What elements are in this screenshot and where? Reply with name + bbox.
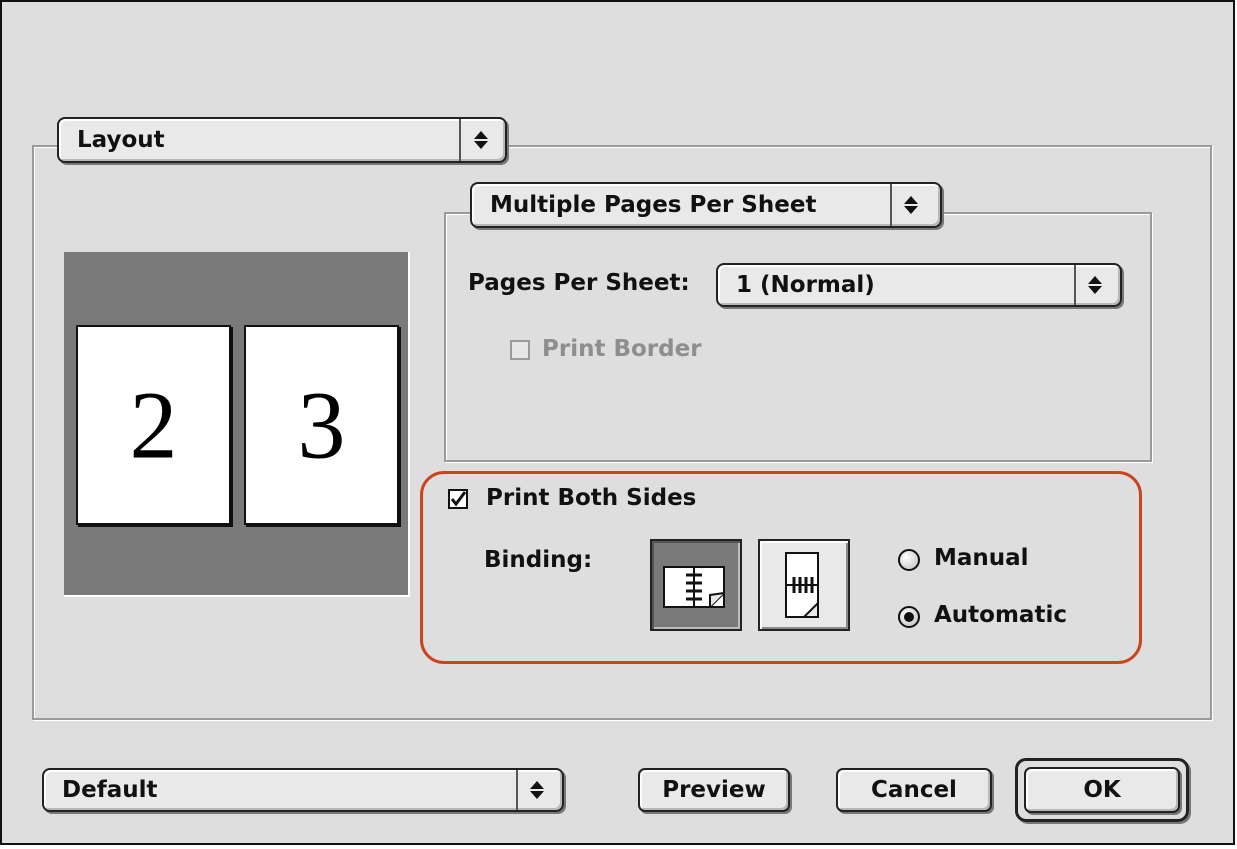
up-down-arrows-icon [530, 779, 544, 801]
manual-radio-label: Manual [934, 545, 1029, 571]
settings-popup-label: Default [62, 777, 158, 803]
automatic-radio[interactable] [898, 606, 920, 628]
preview-button[interactable]: Preview [638, 768, 790, 812]
print-both-sides-checkbox[interactable] [448, 489, 468, 509]
settings-popup-menu[interactable]: Default [42, 768, 564, 812]
book-binding-left-icon [663, 566, 725, 608]
panel-popup-menu[interactable]: Layout [57, 117, 507, 163]
layout-preview: 2 3 [64, 252, 410, 597]
binding-option-left[interactable] [650, 539, 742, 631]
print-dialog: Layout 2 3 Multiple Pages Per Sheet Page… [0, 0, 1235, 845]
ok-button[interactable]: OK [1024, 767, 1180, 813]
cancel-button[interactable]: Cancel [836, 768, 992, 812]
preview-page-number: 3 [297, 371, 346, 479]
up-down-arrows-icon [474, 129, 488, 151]
preview-page-number: 2 [129, 371, 178, 479]
panel-popup-label: Layout [77, 127, 165, 153]
automatic-radio-label: Automatic [934, 602, 1067, 628]
section-popup-menu[interactable]: Multiple Pages Per Sheet [470, 182, 942, 228]
binding-label: Binding: [484, 547, 593, 573]
pages-per-sheet-value: 1 (Normal) [736, 272, 875, 298]
up-down-arrows-icon [1088, 274, 1102, 296]
section-popup-label: Multiple Pages Per Sheet [490, 192, 817, 218]
preview-page-right: 3 [244, 325, 399, 525]
print-border-label: Print Border [542, 336, 702, 362]
checkmark-icon [450, 491, 467, 507]
binding-option-top[interactable] [758, 539, 850, 631]
manual-radio[interactable] [898, 549, 920, 571]
pages-per-sheet-popup[interactable]: 1 (Normal) [716, 263, 1122, 307]
pages-per-sheet-label: Pages Per Sheet: [468, 270, 690, 296]
tablet-binding-top-icon [785, 552, 819, 618]
print-border-checkbox[interactable] [510, 340, 530, 360]
print-both-sides-label: Print Both Sides [486, 485, 697, 511]
up-down-arrows-icon [904, 194, 918, 216]
preview-page-left: 2 [76, 325, 231, 525]
